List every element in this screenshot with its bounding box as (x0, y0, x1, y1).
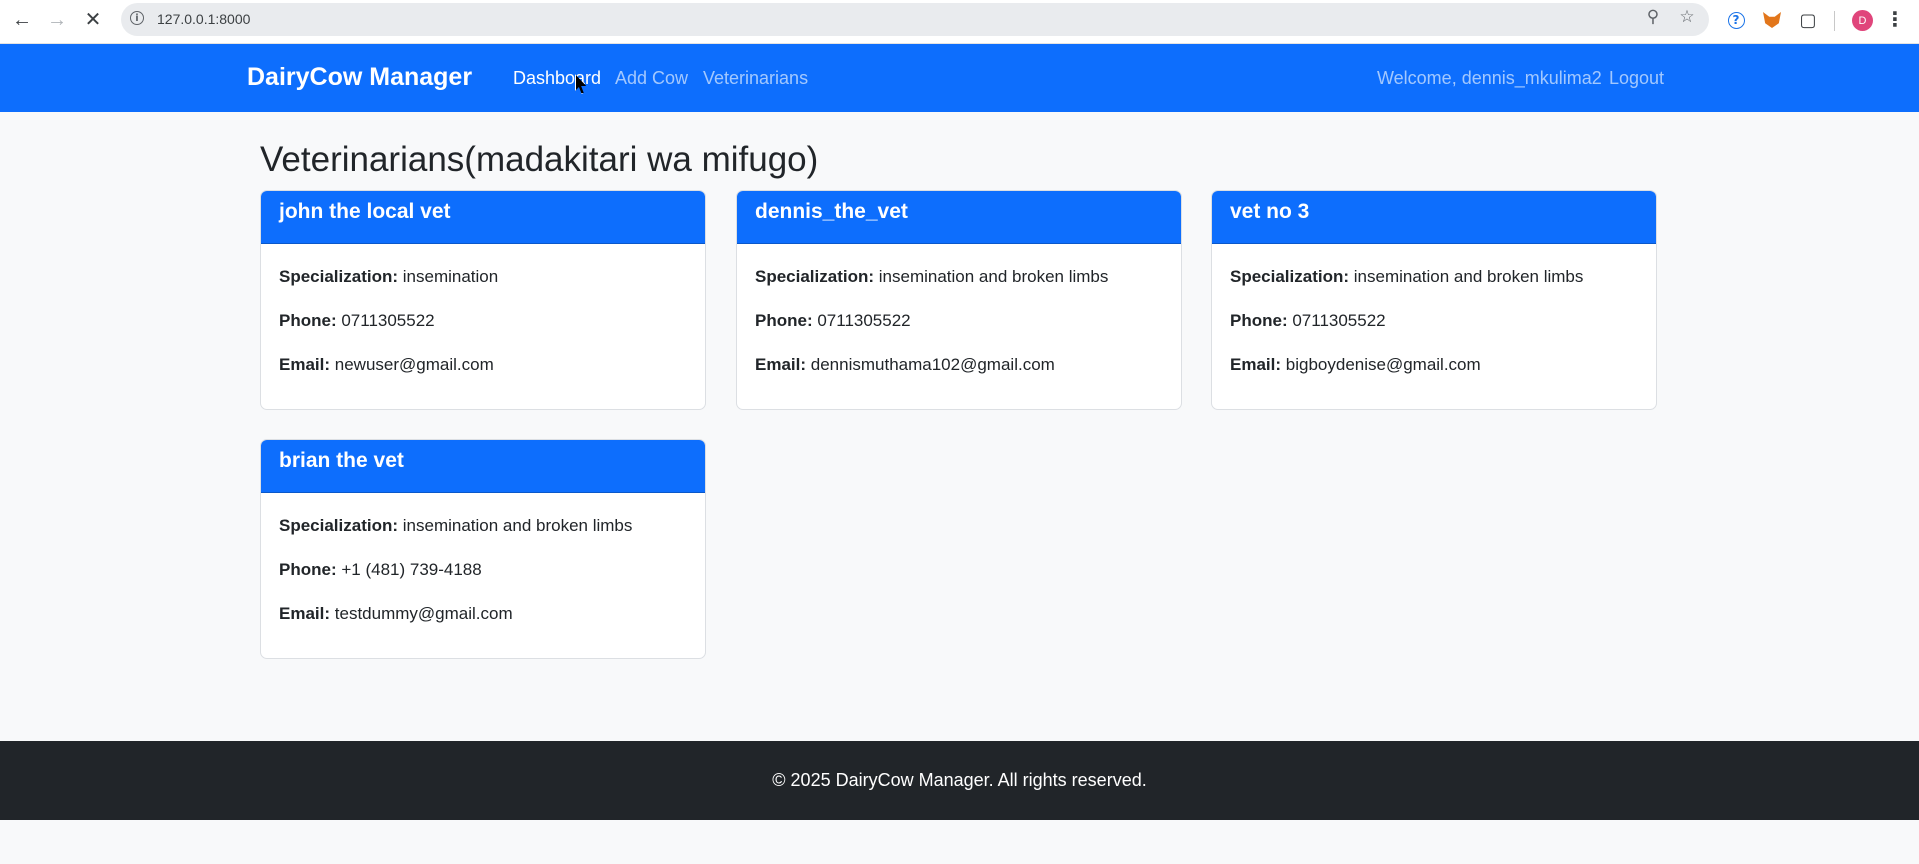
email-value: newuser@gmail.com (334, 355, 494, 374)
email-value: dennismuthama102@gmail.com (810, 355, 1055, 374)
vet-name: john the local vet (261, 191, 705, 244)
vet-phone: Phone: +1 (481) 739-4188 (279, 557, 687, 582)
vet-specialization: Specialization: insemination (279, 264, 687, 289)
vet-specialization: Specialization: insemination and broken … (1230, 264, 1638, 289)
vet-email: Email: bigboydenise@gmail.com (1230, 352, 1638, 377)
vet-card: john the local vet Specialization: insem… (260, 190, 706, 410)
browser-toolbar: ← → ✕ i 127.0.0.1:8000 ⚲ ☆ ? ▢ D ⋮ (0, 0, 1919, 44)
address-bar[interactable]: i 127.0.0.1:8000 (121, 3, 1709, 36)
specialization-label: Specialization: (1230, 267, 1350, 286)
email-value: testdummy@gmail.com (334, 604, 513, 623)
brand-link[interactable]: DairyCow Manager (247, 63, 472, 92)
phone-value: 0711305522 (341, 311, 435, 330)
vet-card: dennis_the_vet Specialization: inseminat… (736, 190, 1182, 410)
vet-card: brian the vet Specialization: inseminati… (260, 439, 706, 659)
back-arrow-icon[interactable]: ← (8, 8, 36, 32)
phone-label: Phone: (1230, 311, 1288, 330)
email-label: Email: (755, 355, 807, 374)
nav-link-logout[interactable]: Logout (1609, 68, 1664, 89)
forward-arrow-icon[interactable]: → (43, 8, 71, 32)
phone-label: Phone: (279, 560, 337, 579)
vet-email: Email: testdummy@gmail.com (279, 601, 687, 626)
bookmark-star-icon[interactable]: ☆ (1676, 7, 1698, 27)
close-icon[interactable]: ✕ (79, 8, 107, 32)
email-value: bigboydenise@gmail.com (1285, 355, 1481, 374)
phone-value: 0711305522 (1292, 311, 1386, 330)
specialization-value: insemination and broken limbs (1353, 267, 1584, 286)
specialization-value: insemination and broken limbs (878, 267, 1109, 286)
phone-value: 0711305522 (817, 311, 911, 330)
email-label: Email: (279, 604, 331, 623)
phone-label: Phone: (755, 311, 813, 330)
vet-phone: Phone: 0711305522 (1230, 308, 1638, 333)
zoom-icon[interactable]: ⚲ (1642, 7, 1664, 27)
specialization-value: insemination and broken limbs (402, 516, 633, 535)
vet-name: brian the vet (261, 440, 705, 493)
nav-link-veterinarians[interactable]: Veterinarians (703, 68, 808, 89)
vet-email: Email: dennismuthama102@gmail.com (755, 352, 1163, 377)
app-navbar: DairyCow Manager Dashboard Add Cow Veter… (0, 44, 1919, 112)
welcome-text: Welcome, dennis_mkulima2 (1377, 68, 1602, 88)
vet-name: dennis_the_vet (737, 191, 1181, 244)
specialization-value: insemination (402, 267, 499, 286)
vet-name: vet no 3 (1212, 191, 1656, 244)
specialization-label: Specialization: (279, 267, 399, 286)
vet-specialization: Specialization: insemination and broken … (755, 264, 1163, 289)
footer-copyright: © 2025 DairyCow Manager. All rights rese… (772, 770, 1147, 790)
page-footer: © 2025 DairyCow Manager. All rights rese… (0, 741, 1919, 820)
url-text[interactable]: 127.0.0.1:8000 (157, 11, 250, 27)
nav-link-add-cow[interactable]: Add Cow (615, 68, 688, 89)
phone-value: +1 (481) 739-4188 (341, 560, 482, 579)
profile-avatar[interactable]: D (1852, 10, 1873, 31)
help-extension-icon[interactable]: ? (1725, 9, 1747, 31)
vet-phone: Phone: 0711305522 (279, 308, 687, 333)
metamask-fox-icon[interactable] (1761, 9, 1783, 31)
toolbar-divider (1834, 11, 1835, 31)
specialization-label: Specialization: (279, 516, 399, 535)
vet-email: Email: newuser@gmail.com (279, 352, 687, 377)
email-label: Email: (1230, 355, 1282, 374)
vet-card: vet no 3 Specialization: insemination an… (1211, 190, 1657, 410)
specialization-label: Specialization: (755, 267, 875, 286)
nav-link-dashboard[interactable]: Dashboard (513, 68, 601, 89)
phone-label: Phone: (279, 311, 337, 330)
extensions-puzzle-icon[interactable]: ▢ (1797, 9, 1819, 31)
vet-phone: Phone: 0711305522 (755, 308, 1163, 333)
vet-specialization: Specialization: insemination and broken … (279, 513, 687, 538)
email-label: Email: (279, 355, 331, 374)
browser-menu-icon[interactable]: ⋮ (1885, 7, 1905, 31)
site-info-icon[interactable]: i (130, 11, 144, 25)
page-title: Veterinarians(madakitari wa mifugo) (260, 140, 819, 179)
